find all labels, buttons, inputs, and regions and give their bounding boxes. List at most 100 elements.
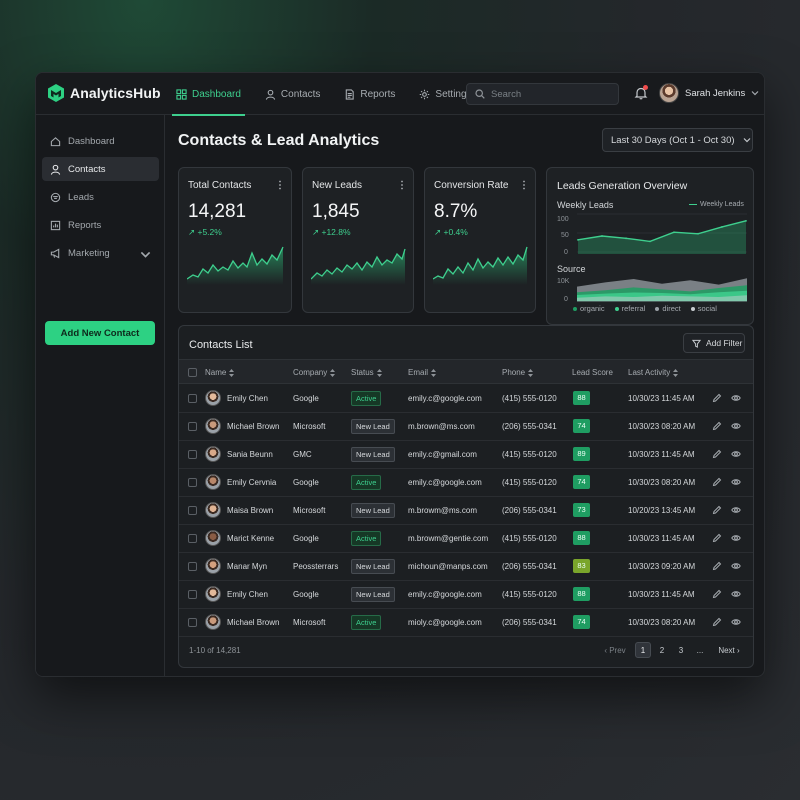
y-tick-label: 0 <box>564 249 568 256</box>
row-checkbox[interactable] <box>188 394 197 403</box>
contact-name[interactable]: Michael Brown <box>227 422 279 431</box>
user-menu[interactable]: Sarah Jenkins <box>659 83 759 103</box>
sidebar-item-contacts[interactable]: Contacts <box>42 157 159 181</box>
lead-score-badge: 83 <box>573 559 590 573</box>
view-icon[interactable] <box>731 533 741 543</box>
nav-contacts[interactable]: Contacts <box>261 73 324 115</box>
table-row[interactable]: Marict Kenne Google Active m.browm@gentie.c… <box>179 525 753 553</box>
contact-name[interactable]: Michael Brown <box>227 618 279 627</box>
column-header-company[interactable]: Company <box>293 368 336 377</box>
top-bar: AnalyticsHub Dashboard Contacts Reports … <box>36 73 764 116</box>
app-logo[interactable]: AnalyticsHub <box>48 84 161 102</box>
date-range-select[interactable]: Last 30 Days (Oct 1 - Oct 30) <box>602 128 753 152</box>
column-header-label: Company <box>293 368 328 377</box>
table-row[interactable]: Emily Cervnia Google Active emily.c@google.… <box>179 469 753 497</box>
table-row[interactable]: Emily Chen Google New Lead emily.c@google.c… <box>179 581 753 609</box>
more-vertical-icon[interactable] <box>277 180 283 190</box>
row-checkbox[interactable] <box>188 618 197 627</box>
nav-dashboard[interactable]: Dashboard <box>172 73 245 116</box>
avatar <box>205 614 221 630</box>
column-header-email[interactable]: Email <box>408 368 437 377</box>
more-vertical-icon[interactable] <box>399 180 405 190</box>
row-checkbox[interactable] <box>188 562 197 571</box>
view-icon[interactable] <box>731 477 741 487</box>
avatar <box>205 502 221 518</box>
edit-icon[interactable] <box>712 393 722 403</box>
search-box[interactable] <box>466 83 619 105</box>
contact-name[interactable]: Marict Kenne <box>227 534 274 543</box>
weekly-leads-chart <box>577 213 747 254</box>
status-badge: New Lead <box>351 503 395 518</box>
edit-icon[interactable] <box>712 561 722 571</box>
contact-name[interactable]: Manar Myn <box>227 562 267 571</box>
sidebar-item-dashboard[interactable]: Dashboard <box>42 129 159 153</box>
pagination-next-button[interactable]: Next › <box>713 642 745 658</box>
column-header-last-activity[interactable]: Last Activity <box>628 368 679 377</box>
pagination-page-3[interactable]: 3 <box>673 642 689 658</box>
edit-icon[interactable] <box>712 533 722 543</box>
select-all-checkbox[interactable] <box>188 368 197 377</box>
nav-reports[interactable]: Reports <box>340 73 399 115</box>
table-row[interactable]: Sania Beunn GMC New Lead emily.c@gmail.com (… <box>179 441 753 469</box>
edit-icon[interactable] <box>712 505 722 515</box>
view-icon[interactable] <box>731 449 741 459</box>
view-icon[interactable] <box>731 589 741 599</box>
contact-email[interactable]: m.browm@ms.com <box>408 506 477 515</box>
pagination-page-2[interactable]: 2 <box>654 642 670 658</box>
sidebar-item-leads[interactable]: Leads <box>42 185 159 209</box>
contact-email[interactable]: emily.c@google.com <box>408 478 482 487</box>
row-checkbox[interactable] <box>188 506 197 515</box>
last-activity: 10/30/23 11:45 AM <box>628 450 695 459</box>
view-icon[interactable] <box>731 505 741 515</box>
table-row[interactable]: Emily Chen Google Active emily.c@google.com… <box>179 385 753 413</box>
more-vertical-icon[interactable] <box>521 180 527 190</box>
contact-email[interactable]: mioly.c@google.com <box>408 618 482 627</box>
contact-name[interactable]: Emily Chen <box>227 590 268 599</box>
contact-email[interactable]: m.browm@gentie.com <box>408 534 488 543</box>
contact-name[interactable]: Maisa Brown <box>227 506 273 515</box>
row-checkbox[interactable] <box>188 422 197 431</box>
column-header-status[interactable]: Status <box>351 368 382 377</box>
column-header-name[interactable]: Name <box>205 368 235 377</box>
weekly-leads-point <box>673 231 675 234</box>
column-header-lead-score[interactable]: Lead Score <box>572 368 613 377</box>
contact-email[interactable]: emily.c@google.com <box>408 590 482 599</box>
add-filter-button[interactable]: Add Filter <box>683 333 745 353</box>
edit-icon[interactable] <box>712 421 722 431</box>
add-new-contact-button[interactable]: Add New Contact <box>45 321 155 345</box>
contact-email[interactable]: m.brown@ms.com <box>408 422 475 431</box>
contact-name[interactable]: Emily Chen <box>227 394 268 403</box>
edit-icon[interactable] <box>712 589 722 599</box>
contact-email[interactable]: emily.c@google.com <box>408 394 482 403</box>
row-checkbox[interactable] <box>188 590 197 599</box>
row-checkbox[interactable] <box>188 478 197 487</box>
contact-name[interactable]: Emily Cervnia <box>227 478 276 487</box>
view-icon[interactable] <box>731 617 741 627</box>
edit-icon[interactable] <box>712 449 722 459</box>
table-row[interactable]: Michael Brown Microsoft New Lead m.brown@ms… <box>179 413 753 441</box>
table-row[interactable]: Michael Brown Microsoft Active mioly.c@goog… <box>179 609 753 637</box>
sidebar-item-reports[interactable]: Reports <box>42 213 159 237</box>
edit-icon[interactable] <box>712 617 722 627</box>
last-activity: 10/30/23 09:20 AM <box>628 562 696 571</box>
pagination-prev-button[interactable]: ‹ Prev <box>599 642 631 658</box>
contact-email[interactable]: emily.c@gmail.com <box>408 450 477 459</box>
table-row[interactable]: Maisa Brown Microsoft New Lead m.browm@ms.c… <box>179 497 753 525</box>
row-checkbox[interactable] <box>188 534 197 543</box>
column-header-phone[interactable]: Phone <box>502 368 534 377</box>
edit-icon[interactable] <box>712 477 722 487</box>
sidebar-item-marketing[interactable]: Marketing <box>42 241 159 265</box>
view-icon[interactable] <box>731 561 741 571</box>
sort-icon <box>431 368 437 377</box>
table-row[interactable]: Manar Myn Peossterrars New Lead michoun@man… <box>179 553 753 581</box>
search-input[interactable] <box>491 88 601 100</box>
pagination-page-1[interactable]: 1 <box>635 642 651 658</box>
contact-email[interactable]: michoun@manps.com <box>408 562 488 571</box>
last-activity: 10/30/23 08:20 AM <box>628 618 696 627</box>
legend-label: referral <box>621 304 646 313</box>
row-checkbox[interactable] <box>188 450 197 459</box>
view-icon[interactable] <box>731 393 741 403</box>
legend-item: organic <box>573 304 605 313</box>
view-icon[interactable] <box>731 421 741 431</box>
contact-name[interactable]: Sania Beunn <box>227 450 273 459</box>
